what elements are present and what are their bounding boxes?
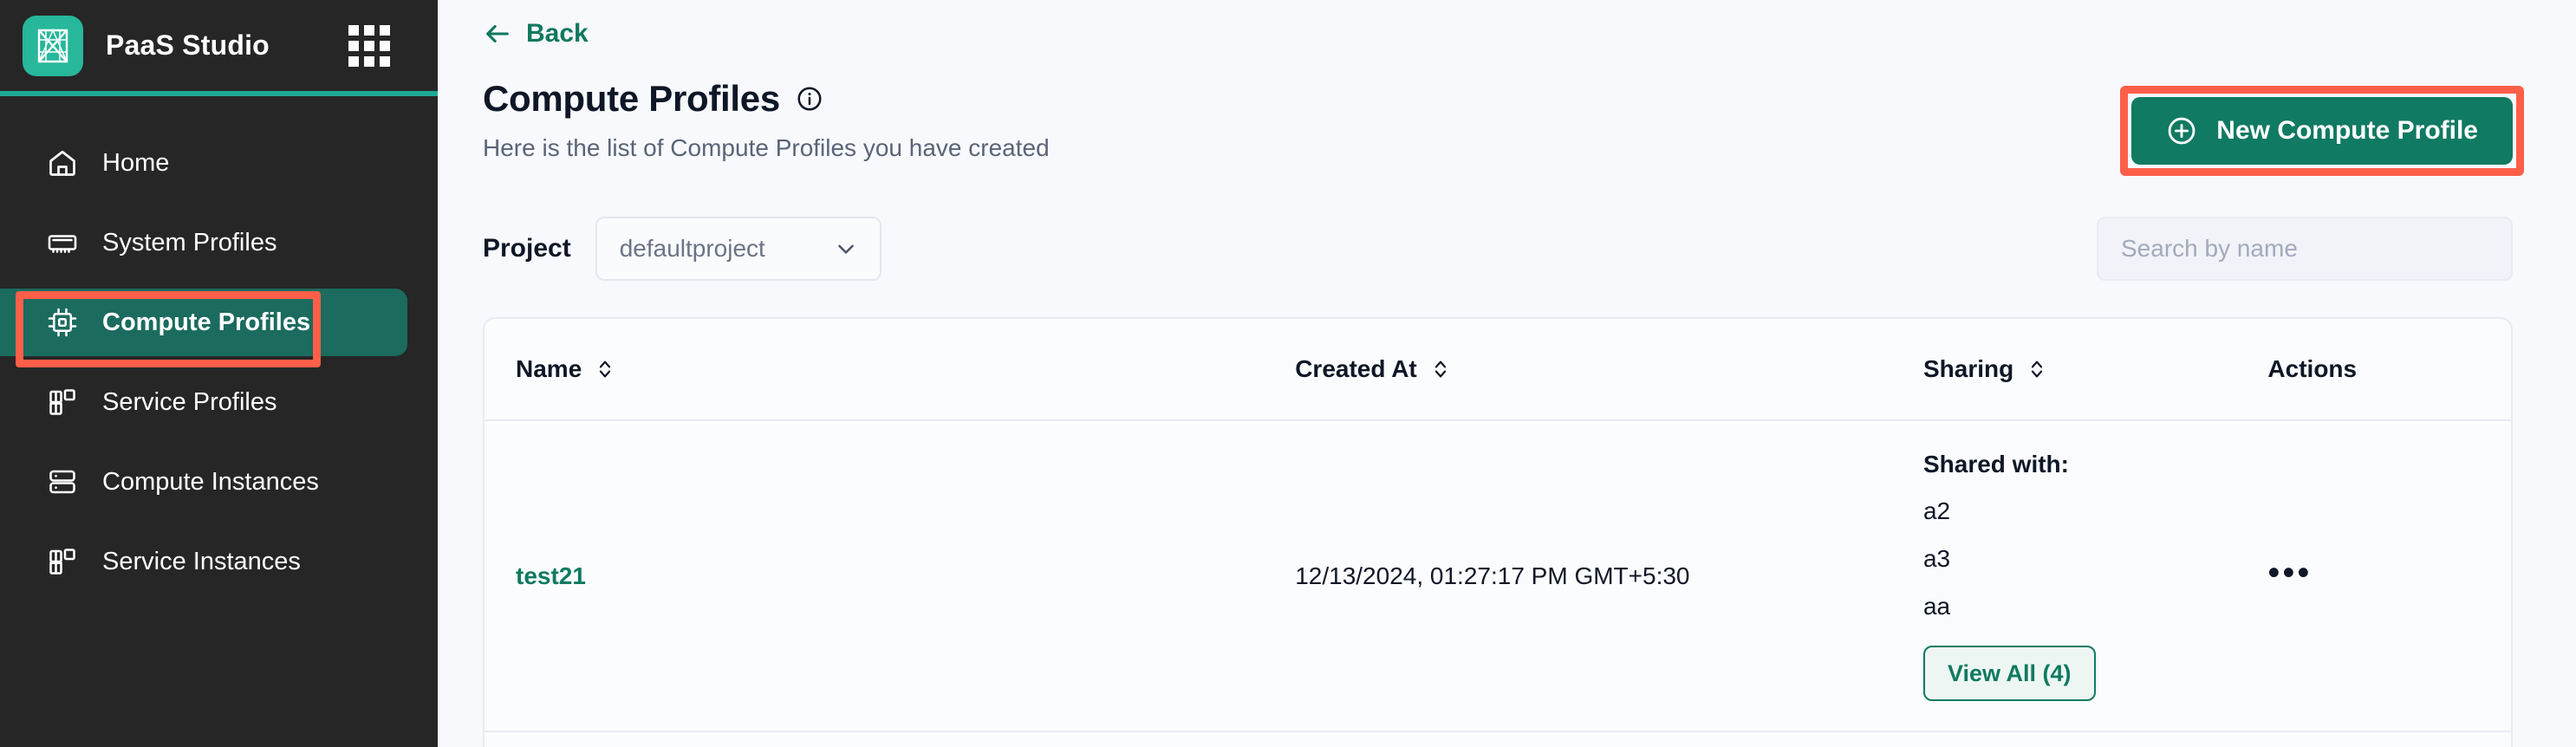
brand-title: PaaS Studio (106, 29, 270, 61)
page-title-row: Compute Profiles (483, 78, 1050, 120)
table-header-row: Name Created At Sharing Actions (485, 319, 2511, 421)
sidebar-item-label: Service Profiles (102, 387, 277, 416)
table-head: Name Created At Sharing Actions (485, 319, 2511, 421)
project-filter-group: Project defaultproject (483, 217, 881, 281)
new-compute-profile-button[interactable]: New Compute Profile (2131, 97, 2513, 165)
column-header-actions: Actions (2267, 319, 2511, 421)
profile-actions-cell: ••• (2267, 731, 2511, 747)
profile-actions-cell: ••• (2267, 420, 2511, 732)
project-label: Project (483, 234, 571, 263)
project-select[interactable]: defaultproject (595, 217, 881, 281)
filter-row: Project defaultproject (438, 165, 2576, 281)
sidebar-item-compute-instances[interactable]: Compute Instances (0, 448, 438, 516)
compute-profiles-table-card: Name Created At Sharing Actions test21 1… (483, 317, 2513, 747)
memory-chip-icon (45, 225, 80, 260)
page-title: Compute Profiles (483, 78, 780, 119)
app-grid-icon[interactable] (348, 24, 390, 67)
shared-user: a2 (1922, 497, 1951, 524)
compute-profiles-table: Name Created At Sharing Actions test21 1… (485, 319, 2511, 747)
profile-name-link[interactable]: test21 (485, 420, 1296, 732)
main-content: Back Compute Profiles Here is the list o… (438, 0, 2576, 747)
sort-arrows-icon[interactable] (595, 358, 615, 380)
app-root: PaaS Studio Home System Profiles Compute… (0, 0, 2576, 747)
sidebar-item-home[interactable]: Home (0, 129, 438, 197)
home-icon (45, 146, 80, 180)
column-header-label: Actions (2267, 355, 2358, 382)
sidebar-item-service-instances[interactable]: Service Instances (0, 528, 438, 595)
table-body: test21 12/13/2024, 01:27:17 PM GMT+5:30 … (485, 420, 2511, 747)
search-input[interactable] (2097, 217, 2513, 281)
chevron-down-icon (833, 236, 859, 262)
profile-created-at: 12/13/2024, 12:59:30 PM GMT+5:30 (1295, 731, 1923, 747)
shared-with-label: Shared with: (1922, 451, 2069, 477)
view-all-button[interactable]: View All (4) (1922, 646, 2096, 701)
server-icon (45, 464, 80, 499)
back-button[interactable]: Back (438, 0, 611, 49)
cpu-icon (45, 305, 80, 340)
sidebar: PaaS Studio Home System Profiles Compute… (0, 0, 438, 747)
shared-user: aa (1922, 593, 1951, 620)
profile-name-link[interactable]: managed-kubernetes-cluster (485, 731, 1295, 747)
page-header: Compute Profiles Here is the list of Com… (438, 49, 2576, 176)
sidebar-item-label: Compute Profiles (102, 308, 311, 336)
blocks-icon (45, 385, 80, 419)
profile-sharing-cell: Shared with: a2 a3 aa View All (4) (1922, 420, 2268, 732)
page-subtitle: Here is the list of Compute Profiles you… (483, 134, 1050, 161)
column-header-label: Name (516, 355, 582, 382)
column-header-sharing[interactable]: Sharing (1922, 319, 2268, 421)
back-label: Back (526, 19, 589, 48)
sort-arrows-icon[interactable] (2027, 358, 2046, 380)
project-select-value: defaultproject (619, 235, 765, 262)
more-horizontal-icon[interactable]: ••• (2267, 555, 2312, 590)
new-compute-profile-wrap: New Compute Profile (2120, 86, 2524, 176)
sidebar-item-label: System Profiles (102, 228, 277, 257)
column-header-label: Sharing (1922, 355, 2014, 382)
sidebar-nav: Home System Profiles Compute Profiles Se… (0, 96, 438, 607)
column-header-created-at[interactable]: Created At (1295, 319, 1923, 421)
profile-sharing-cell: - (1923, 731, 2267, 747)
info-circle-icon[interactable] (796, 85, 823, 113)
paas-logo-icon (23, 15, 83, 76)
table-row: managed-kubernetes-cluster 12/13/2024, 1… (485, 731, 2511, 747)
sidebar-item-compute-profiles[interactable]: Compute Profiles (0, 289, 407, 356)
sidebar-item-service-profiles[interactable]: Service Profiles (0, 368, 438, 436)
sidebar-brand-bar: PaaS Studio (0, 0, 438, 91)
page-header-text: Compute Profiles Here is the list of Com… (483, 78, 1050, 162)
sidebar-item-system-profiles[interactable]: System Profiles (0, 209, 438, 276)
new-compute-profile-label: New Compute Profile (2216, 116, 2478, 145)
sidebar-item-label: Home (102, 148, 170, 177)
profile-created-at: 12/13/2024, 01:27:17 PM GMT+5:30 (1295, 420, 1923, 732)
sort-arrows-icon[interactable] (1431, 358, 1450, 380)
blocks-icon (45, 544, 80, 579)
shared-user: a3 (1922, 545, 1951, 572)
arrow-left-icon (483, 19, 512, 49)
column-header-name[interactable]: Name (485, 319, 1296, 421)
column-header-label: Created At (1295, 355, 1417, 382)
sidebar-item-label: Compute Instances (102, 467, 319, 496)
table-row: test21 12/13/2024, 01:27:17 PM GMT+5:30 … (485, 420, 2511, 732)
sidebar-item-label: Service Instances (102, 547, 301, 575)
plus-circle-icon (2166, 115, 2197, 146)
